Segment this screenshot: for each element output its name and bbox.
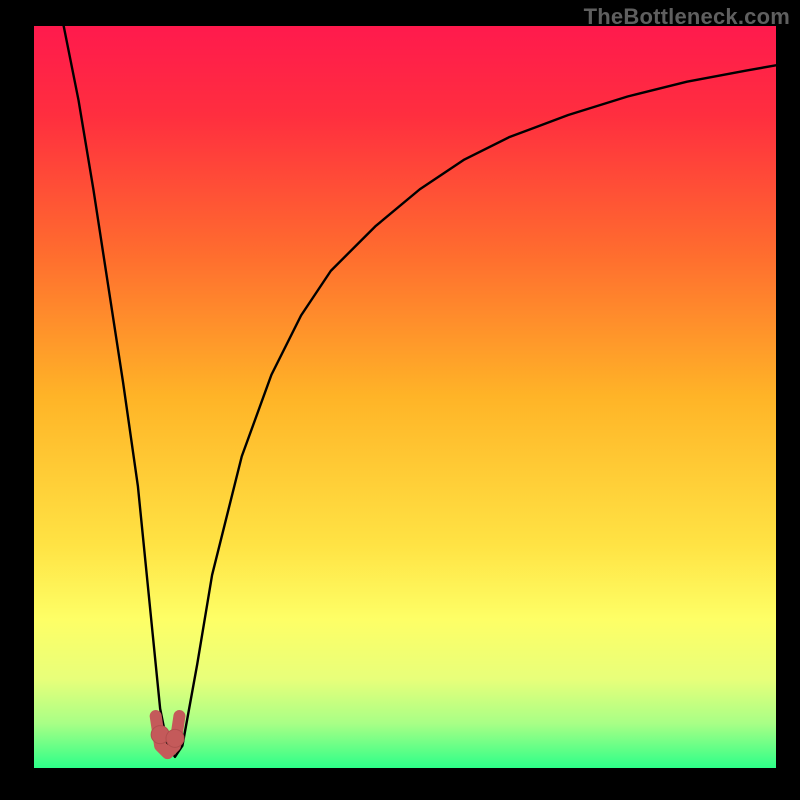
optimum-marker-dot bbox=[166, 729, 184, 747]
outer-frame: TheBottleneck.com bbox=[0, 0, 800, 800]
chart-svg bbox=[34, 26, 776, 768]
bottleneck-curve bbox=[64, 26, 776, 757]
plot-area bbox=[34, 26, 776, 768]
